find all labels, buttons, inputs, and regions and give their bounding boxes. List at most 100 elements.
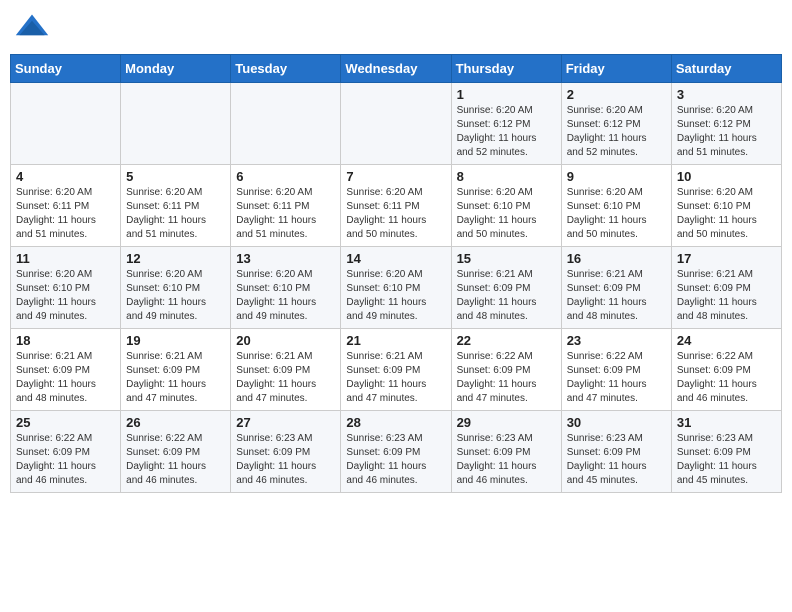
day-number: 11	[16, 251, 115, 266]
page-header	[10, 10, 782, 46]
day-number: 14	[346, 251, 445, 266]
day-number: 23	[567, 333, 666, 348]
calendar-cell: 23 Sunrise: 6:22 AM Sunset: 6:09 PM Dayli…	[561, 329, 671, 411]
day-number: 4	[16, 169, 115, 184]
day-info: Sunrise: 6:21 AM Sunset: 6:09 PM Dayligh…	[677, 268, 776, 324]
calendar-cell	[341, 83, 451, 165]
logo	[14, 10, 54, 46]
weekday-header-monday: Monday	[121, 55, 231, 83]
day-info: Sunrise: 6:20 AM Sunset: 6:10 PM Dayligh…	[567, 186, 666, 242]
calendar-table: SundayMondayTuesdayWednesdayThursdayFrid…	[10, 54, 782, 493]
day-number: 28	[346, 415, 445, 430]
day-info: Sunrise: 6:20 AM Sunset: 6:11 PM Dayligh…	[346, 186, 445, 242]
calendar-cell: 2Sunrise: 6:20 AM Sunset: 6:12 PM Daylig…	[561, 83, 671, 165]
calendar-cell: 1 Sunrise: 6:20 AM Sunset: 6:12 PM Daylig…	[451, 83, 561, 165]
day-number: 17	[677, 251, 776, 266]
calendar-cell: 11 Sunrise: 6:20 AM Sunset: 6:10 PM Dayli…	[11, 247, 121, 329]
logo-icon	[14, 10, 50, 46]
calendar-cell: 15 Sunrise: 6:21 AM Sunset: 6:09 PM Dayli…	[451, 247, 561, 329]
calendar-cell: 19 Sunrise: 6:21 AM Sunset: 6:09 PM Dayli…	[121, 329, 231, 411]
day-info: Sunrise: 6:23 AM Sunset: 6:09 PM Dayligh…	[457, 432, 556, 488]
weekday-header-tuesday: Tuesday	[231, 55, 341, 83]
calendar-cell: 31 Sunrise: 6:23 AM Sunset: 6:09 PM Dayli…	[671, 411, 781, 493]
calendar-cell: 26Sunrise: 6:22 AM Sunset: 6:09 PM Dayli…	[121, 411, 231, 493]
calendar-cell: 20 Sunrise: 6:21 AM Sunset: 6:09 PM Dayli…	[231, 329, 341, 411]
weekday-header-sunday: Sunday	[11, 55, 121, 83]
day-number: 3	[677, 87, 776, 102]
calendar-cell: 4Sunrise: 6:20 AM Sunset: 6:11 PM Daylig…	[11, 165, 121, 247]
day-info: Sunrise: 6:20 AM Sunset: 6:10 PM Dayligh…	[457, 186, 556, 242]
calendar-cell: 6Sunrise: 6:20 AM Sunset: 6:11 PM Daylig…	[231, 165, 341, 247]
weekday-header-wednesday: Wednesday	[341, 55, 451, 83]
calendar-week-row: 11 Sunrise: 6:20 AM Sunset: 6:10 PM Dayli…	[11, 247, 782, 329]
day-info: Sunrise: 6:20 AM Sunset: 6:12 PM Dayligh…	[567, 104, 666, 160]
day-info: Sunrise: 6:21 AM Sunset: 6:09 PM Dayligh…	[346, 350, 445, 406]
day-number: 1	[457, 87, 556, 102]
weekday-header-thursday: Thursday	[451, 55, 561, 83]
day-info: Sunrise: 6:23 AM Sunset: 6:09 PM Dayligh…	[677, 432, 776, 488]
calendar-week-row: 18 Sunrise: 6:21 AM Sunset: 6:09 PM Dayli…	[11, 329, 782, 411]
calendar-cell: 24Sunrise: 6:22 AM Sunset: 6:09 PM Dayli…	[671, 329, 781, 411]
day-number: 6	[236, 169, 335, 184]
day-number: 19	[126, 333, 225, 348]
day-number: 25	[16, 415, 115, 430]
day-number: 15	[457, 251, 556, 266]
day-number: 27	[236, 415, 335, 430]
calendar-cell: 8 Sunrise: 6:20 AM Sunset: 6:10 PM Daylig…	[451, 165, 561, 247]
day-info: Sunrise: 6:21 AM Sunset: 6:09 PM Dayligh…	[16, 350, 115, 406]
day-info: Sunrise: 6:23 AM Sunset: 6:09 PM Dayligh…	[346, 432, 445, 488]
calendar-cell: 13 Sunrise: 6:20 AM Sunset: 6:10 PM Dayli…	[231, 247, 341, 329]
day-info: Sunrise: 6:22 AM Sunset: 6:09 PM Dayligh…	[16, 432, 115, 488]
calendar-cell: 9 Sunrise: 6:20 AM Sunset: 6:10 PM Daylig…	[561, 165, 671, 247]
calendar-cell: 30 Sunrise: 6:23 AM Sunset: 6:09 PM Dayli…	[561, 411, 671, 493]
day-number: 21	[346, 333, 445, 348]
day-number: 12	[126, 251, 225, 266]
calendar-cell: 28 Sunrise: 6:23 AM Sunset: 6:09 PM Dayli…	[341, 411, 451, 493]
day-number: 22	[457, 333, 556, 348]
day-info: Sunrise: 6:21 AM Sunset: 6:09 PM Dayligh…	[567, 268, 666, 324]
calendar-cell: 25 Sunrise: 6:22 AM Sunset: 6:09 PM Dayli…	[11, 411, 121, 493]
calendar-cell: 14 Sunrise: 6:20 AM Sunset: 6:10 PM Dayli…	[341, 247, 451, 329]
day-info: Sunrise: 6:20 AM Sunset: 6:10 PM Dayligh…	[236, 268, 335, 324]
calendar-cell: 7Sunrise: 6:20 AM Sunset: 6:11 PM Daylig…	[341, 165, 451, 247]
day-info: Sunrise: 6:21 AM Sunset: 6:09 PM Dayligh…	[126, 350, 225, 406]
day-number: 30	[567, 415, 666, 430]
calendar-cell	[121, 83, 231, 165]
calendar-cell: 22 Sunrise: 6:22 AM Sunset: 6:09 PM Dayli…	[451, 329, 561, 411]
day-info: Sunrise: 6:21 AM Sunset: 6:09 PM Dayligh…	[236, 350, 335, 406]
calendar-cell: 18 Sunrise: 6:21 AM Sunset: 6:09 PM Dayli…	[11, 329, 121, 411]
day-number: 29	[457, 415, 556, 430]
day-info: Sunrise: 6:20 AM Sunset: 6:12 PM Dayligh…	[677, 104, 776, 160]
day-number: 5	[126, 169, 225, 184]
day-number: 24	[677, 333, 776, 348]
day-number: 16	[567, 251, 666, 266]
day-number: 8	[457, 169, 556, 184]
day-info: Sunrise: 6:20 AM Sunset: 6:10 PM Dayligh…	[16, 268, 115, 324]
calendar-cell: 3 Sunrise: 6:20 AM Sunset: 6:12 PM Daylig…	[671, 83, 781, 165]
day-number: 31	[677, 415, 776, 430]
calendar-cell: 5Sunrise: 6:20 AM Sunset: 6:11 PM Daylig…	[121, 165, 231, 247]
day-info: Sunrise: 6:20 AM Sunset: 6:10 PM Dayligh…	[677, 186, 776, 242]
day-info: Sunrise: 6:20 AM Sunset: 6:12 PM Dayligh…	[457, 104, 556, 160]
day-info: Sunrise: 6:23 AM Sunset: 6:09 PM Dayligh…	[236, 432, 335, 488]
calendar-cell	[11, 83, 121, 165]
day-info: Sunrise: 6:22 AM Sunset: 6:09 PM Dayligh…	[457, 350, 556, 406]
day-number: 13	[236, 251, 335, 266]
day-number: 10	[677, 169, 776, 184]
day-info: Sunrise: 6:23 AM Sunset: 6:09 PM Dayligh…	[567, 432, 666, 488]
calendar-cell	[231, 83, 341, 165]
day-info: Sunrise: 6:20 AM Sunset: 6:10 PM Dayligh…	[346, 268, 445, 324]
calendar-cell: 12 Sunrise: 6:20 AM Sunset: 6:10 PM Dayli…	[121, 247, 231, 329]
calendar-week-row: 4 Sunrise: 6:20 AM Sunset: 6:11 PM Daylig…	[11, 165, 782, 247]
day-number: 20	[236, 333, 335, 348]
calendar-cell: 27 Sunrise: 6:23 AM Sunset: 6:09 PM Dayli…	[231, 411, 341, 493]
calendar-cell: 10 Sunrise: 6:20 AM Sunset: 6:10 PM Dayli…	[671, 165, 781, 247]
day-info: Sunrise: 6:22 AM Sunset: 6:09 PM Dayligh…	[567, 350, 666, 406]
day-number: 18	[16, 333, 115, 348]
calendar-cell: 21 Sunrise: 6:21 AM Sunset: 6:09 PM Dayli…	[341, 329, 451, 411]
day-number: 9	[567, 169, 666, 184]
calendar-cell: 29 Sunrise: 6:23 AM Sunset: 6:09 PM Dayli…	[451, 411, 561, 493]
day-info: Sunrise: 6:20 AM Sunset: 6:10 PM Dayligh…	[126, 268, 225, 324]
weekday-header-saturday: Saturday	[671, 55, 781, 83]
day-info: Sunrise: 6:21 AM Sunset: 6:09 PM Dayligh…	[457, 268, 556, 324]
